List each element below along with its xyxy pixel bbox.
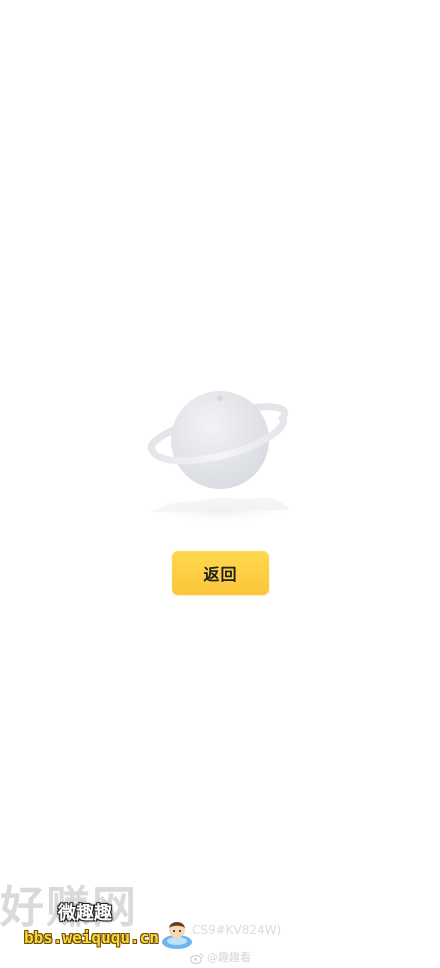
back-button[interactable]: 返回 xyxy=(172,551,269,595)
planet-icon xyxy=(142,391,298,524)
watermark-code: CS9#KV824W) xyxy=(192,923,282,937)
weibo-icon xyxy=(190,953,204,964)
watermark-url: bbs.weiququ.cn xyxy=(24,928,159,947)
weibo-handle-text: @趣趣看 xyxy=(207,951,251,964)
mascot-icon xyxy=(162,922,192,949)
watermark-overlay-text: 微趣趣 xyxy=(58,903,112,924)
error-page: 返回 好赚网 微趣趣 bbs.weiququ.cn CS9#KV824W) @趣… xyxy=(0,0,440,968)
weibo-handle: @趣趣看 xyxy=(190,950,251,966)
watermark: 好赚网 微趣趣 bbs.weiququ.cn CS9#KV824W) @趣趣看 xyxy=(0,882,440,968)
